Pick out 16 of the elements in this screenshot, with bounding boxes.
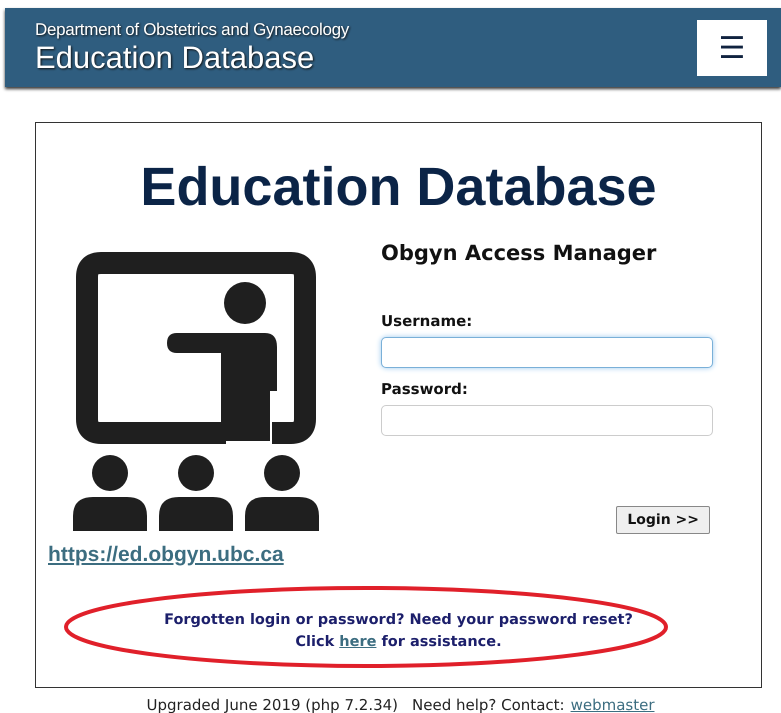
help-text: Forgotten login or password? Need your password reset? Click here for assistance. [163,611,634,652]
webmaster-link[interactable]: webmaster [570,696,654,713]
page-heading: Education Database [139,156,658,219]
contact-text: Need help? Contact: webmaster [412,696,654,713]
version-note: Upgraded June 2019 (php 7.2.34) [146,696,398,713]
field-label: Username: [381,312,474,330]
site-title: Education Database [35,40,316,76]
site-link[interactable]: https://ed.obgyn.ubc.ca [48,543,348,567]
field-label: Password: [381,380,469,398]
login-button[interactable]: Login >> [616,506,710,534]
help-link[interactable]: here [339,634,376,650]
login-title: Obgyn Access Manager [381,241,658,265]
input-field[interactable] [381,337,713,368]
menu-button[interactable]: ☰ [697,20,767,76]
input-field[interactable] [381,405,713,436]
department-name: Department of Obstetrics and Gynaecology [35,20,349,40]
